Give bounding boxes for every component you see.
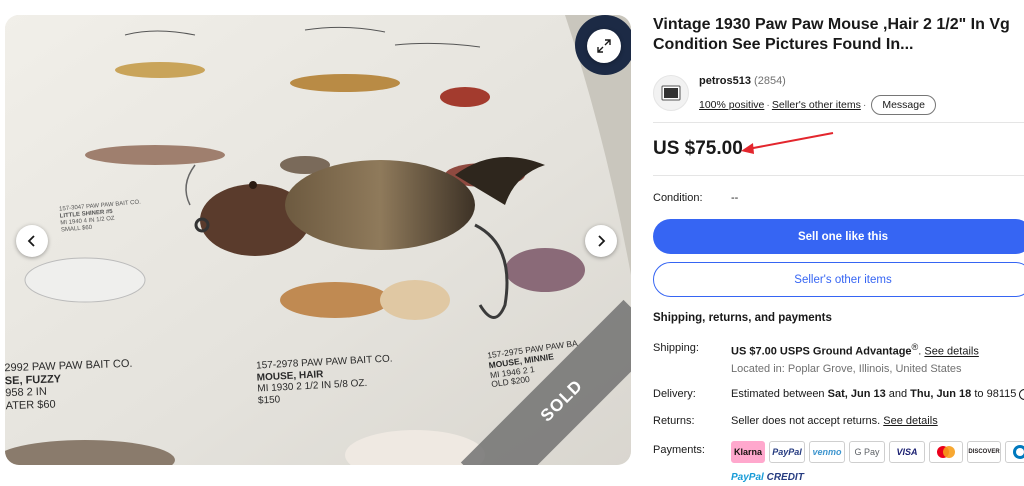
expand-icon [597,39,611,53]
delivery-end: Thu, Jun 18 [910,388,972,400]
discover-icon: DISCOVER [967,441,1001,463]
chevron-left-icon [27,235,35,247]
visa-icon: VISA [889,441,925,463]
seller-avatar[interactable] [653,75,689,111]
delivery-label: Delivery: [653,388,696,400]
condition-label: Condition: [653,192,703,204]
info-icon[interactable]: i [1019,389,1024,400]
seller-positive-link[interactable]: 100% positive [699,99,764,111]
divider [653,175,1024,176]
delivery-value: Estimated between Sat, Jun 13 and Thu, J… [731,388,1024,400]
payment-methods: Klarna PayPal venmo G Pay VISA DISCOVER [731,441,1024,463]
sellers-other-items-button[interactable]: Seller's other items [653,262,1024,297]
venmo-icon: venmo [809,441,845,463]
delivery-start: Sat, Jun 13 [827,388,886,400]
returns-label: Returns: [653,415,695,427]
listing-title: Vintage 1930 Paw Paw Mouse ,Hair 2 1/2" … [653,16,1010,53]
paypal-credit-icon: PayPal CREDIT [731,472,804,483]
seller-other-items-link[interactable]: Seller's other items [772,99,861,111]
diners-club-icon [1005,441,1024,463]
message-button[interactable]: Message [871,95,936,115]
shipping-label: Shipping: [653,342,699,354]
seller-name[interactable]: petros513 [699,75,751,87]
shipping-cost: US $7.00 USPS Ground Advantage [731,345,912,358]
returns-value: Seller does not accept returns. See deta… [731,415,938,427]
seller-name-line: petros513 (2854) [699,75,786,87]
image-gallery: 157-3047 PAW PAW BAIT CO. LITTLE SHINER … [5,15,631,465]
shipping-value: US $7.00 USPS Ground Advantage®. See det… [731,342,979,358]
chevron-right-icon [598,235,606,247]
annotation-arrow-icon [741,132,834,154]
mastercard-icon [929,441,963,463]
seller-feedback-count: (2854) [754,75,786,87]
returns-see-details-link[interactable]: See details [883,415,937,427]
seller-links: 100% positive · Seller's other items · Messa… [699,95,936,115]
payments-label: Payments: [653,444,705,456]
listing-panel: Vintage 1930 Paw Paw Mouse ,Hair 2 1/2" … [653,0,1024,486]
paypal-icon: PayPal [769,441,805,463]
previous-image-button[interactable] [16,225,48,257]
shipping-see-details-link[interactable]: See details [924,346,978,358]
sell-one-like-this-button[interactable]: Sell one like this [653,219,1024,254]
shipping-section-heading: Shipping, returns, and payments [653,312,832,324]
next-image-button[interactable] [585,225,617,257]
item-location: Located in: Poplar Grove, Illinois, Unit… [731,363,962,375]
registered-mark: ® [911,342,919,352]
image-placeholder-icon [661,85,681,101]
klarna-icon: Klarna [731,441,765,463]
condition-value: -- [731,192,739,204]
seller-card: petros513 (2854) 100% positive · Seller's … [653,72,1024,115]
google-pay-icon: G Pay [849,441,885,463]
expand-image-button[interactable] [587,29,621,63]
